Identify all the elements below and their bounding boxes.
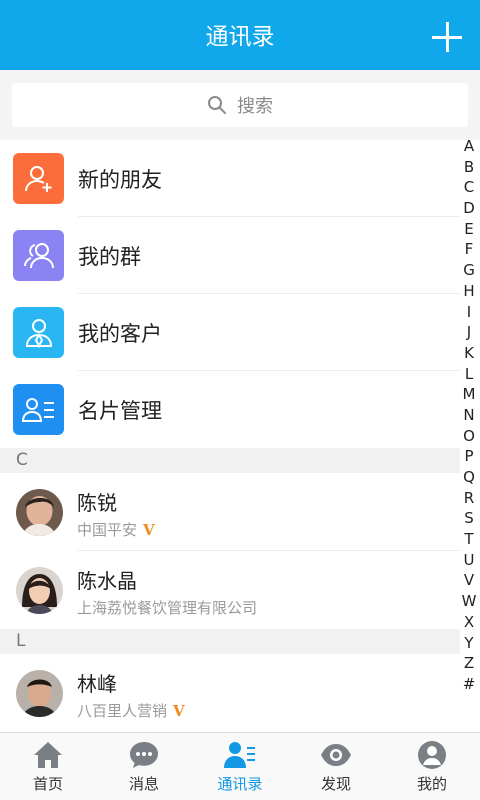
search-placeholder: 搜索 bbox=[237, 96, 273, 117]
contact-company: 八百里人营销 V bbox=[77, 702, 185, 720]
menu-item-card-management[interactable]: 名片管理 bbox=[0, 371, 460, 448]
tab-label: 消息 bbox=[128, 775, 159, 793]
index-letter[interactable]: X bbox=[458, 612, 480, 633]
menu-item-new-friends[interactable]: 新的朋友 bbox=[0, 140, 460, 217]
index-letter[interactable]: D bbox=[458, 198, 480, 219]
page-title: 通讯录 bbox=[205, 24, 275, 50]
index-letter[interactable]: E bbox=[458, 219, 480, 240]
avatar bbox=[16, 567, 63, 614]
index-letter[interactable]: L bbox=[458, 364, 480, 385]
menu-label: 名片管理 bbox=[78, 398, 162, 423]
index-letter[interactable]: U bbox=[458, 550, 480, 571]
top-bar: 通讯录 bbox=[0, 0, 480, 70]
index-letter[interactable]: T bbox=[458, 529, 480, 550]
contacts-list[interactable]: 新的朋友 我的群 我的客户 名片管理 C 陈锐 中国平安 V 陈水晶 上海荔悦餐… bbox=[0, 140, 480, 732]
profile-icon bbox=[416, 739, 448, 771]
index-letter[interactable]: Q bbox=[458, 467, 480, 488]
eye-icon bbox=[320, 739, 352, 771]
tab-label: 首页 bbox=[32, 775, 63, 793]
tab-home[interactable]: 首页 bbox=[0, 733, 96, 800]
menu-label: 新的朋友 bbox=[78, 167, 162, 192]
home-icon bbox=[32, 739, 64, 771]
contact-company: 中国平安 V bbox=[77, 521, 155, 539]
index-letter[interactable]: R bbox=[458, 488, 480, 509]
index-letter[interactable]: H bbox=[458, 281, 480, 302]
tab-label: 通讯录 bbox=[217, 775, 263, 793]
contact-name: 林峰 bbox=[77, 672, 117, 696]
list-item-contact[interactable]: 陈水晶 上海荔悦餐饮管理有限公司 bbox=[0, 551, 460, 629]
index-letter[interactable]: M bbox=[458, 384, 480, 405]
verified-badge: V bbox=[173, 702, 185, 720]
bottom-tab-bar: 首页 消息 通讯录 发现 我的 bbox=[0, 732, 480, 800]
menu-label: 我的群 bbox=[78, 244, 141, 269]
index-letter[interactable]: S bbox=[458, 508, 480, 529]
index-letter[interactable]: G bbox=[458, 260, 480, 281]
contacts-icon bbox=[224, 739, 256, 771]
contact-name: 陈水晶 bbox=[77, 569, 137, 593]
search-input[interactable]: 搜索 bbox=[12, 83, 468, 127]
group-icon bbox=[13, 230, 64, 281]
menu-item-my-groups[interactable]: 我的群 bbox=[0, 217, 460, 294]
contact-name: 陈锐 bbox=[77, 491, 117, 515]
menu-item-my-customers[interactable]: 我的客户 bbox=[0, 294, 460, 371]
card-manage-icon bbox=[13, 384, 64, 435]
tab-profile[interactable]: 我的 bbox=[384, 733, 480, 800]
verified-badge: V bbox=[143, 521, 155, 539]
message-icon bbox=[128, 739, 160, 771]
plus-icon[interactable] bbox=[432, 22, 462, 52]
index-letter[interactable]: A bbox=[458, 136, 480, 157]
search-area: 搜索 bbox=[0, 70, 480, 140]
index-letter[interactable]: J bbox=[458, 322, 480, 343]
index-letter[interactable]: C bbox=[458, 177, 480, 198]
section-header-l: L bbox=[0, 629, 460, 654]
add-friend-icon bbox=[13, 153, 64, 204]
section-header-c: C bbox=[0, 448, 460, 473]
tab-contacts[interactable]: 通讯录 bbox=[192, 733, 288, 800]
index-letter[interactable]: K bbox=[458, 343, 480, 364]
avatar bbox=[16, 670, 63, 717]
index-letter[interactable]: F bbox=[458, 239, 480, 260]
index-letter[interactable]: O bbox=[458, 426, 480, 447]
tab-label: 发现 bbox=[320, 775, 351, 793]
alphabet-index[interactable]: A B C D E F G H I J K L M N O P Q R S T U V W X Y Z # bbox=[458, 136, 480, 696]
index-letter[interactable]: W bbox=[458, 591, 480, 612]
index-letter[interactable]: N bbox=[458, 405, 480, 426]
tab-discover[interactable]: 发现 bbox=[288, 733, 384, 800]
contact-company: 上海荔悦餐饮管理有限公司 bbox=[77, 599, 258, 617]
tab-label: 我的 bbox=[416, 775, 447, 793]
index-letter[interactable]: # bbox=[458, 674, 480, 695]
list-item-contact[interactable]: 陈锐 中国平安 V bbox=[0, 473, 460, 551]
index-letter[interactable]: V bbox=[458, 570, 480, 591]
index-letter[interactable]: Z bbox=[458, 653, 480, 674]
index-letter[interactable]: I bbox=[458, 302, 480, 323]
index-letter[interactable]: P bbox=[458, 446, 480, 467]
customer-icon bbox=[13, 307, 64, 358]
tab-messages[interactable]: 消息 bbox=[96, 733, 192, 800]
index-letter[interactable]: Y bbox=[458, 633, 480, 654]
menu-label: 我的客户 bbox=[78, 321, 162, 346]
avatar bbox=[16, 489, 63, 536]
search-icon bbox=[208, 96, 226, 114]
index-letter[interactable]: B bbox=[458, 157, 480, 178]
list-item-contact[interactable]: 林峰 八百里人营销 V bbox=[0, 654, 460, 732]
